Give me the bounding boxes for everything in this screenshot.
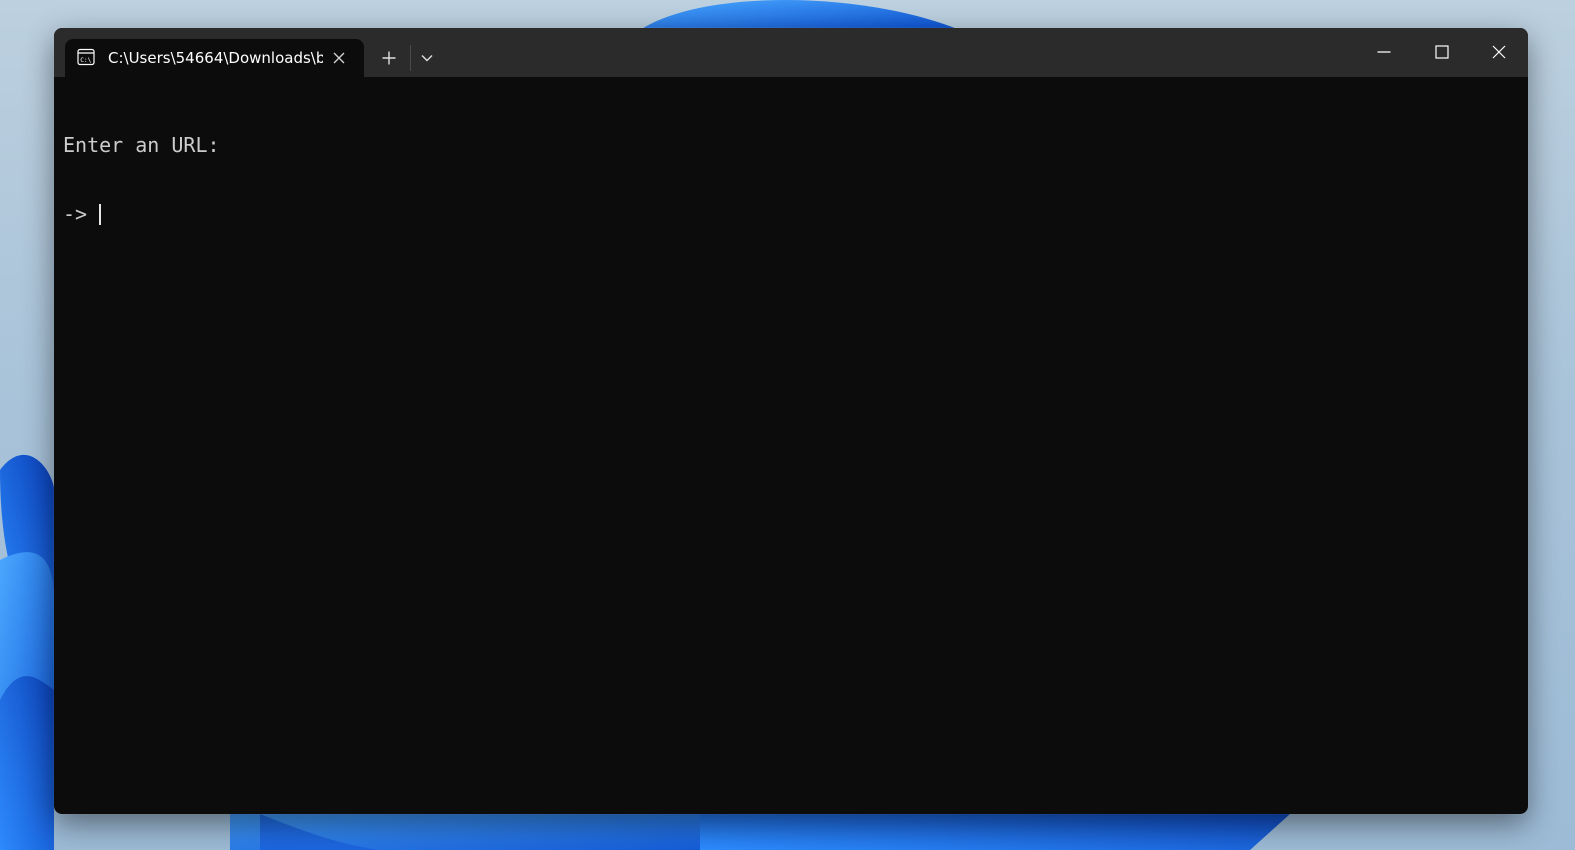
console-prompt: -> — [63, 202, 100, 226]
console-prompt-line[interactable]: -> — [63, 203, 1513, 226]
close-icon — [1492, 45, 1506, 59]
title-bar[interactable]: C:\ C:\Users\54664\Downloads\b — [54, 28, 1528, 77]
tab-title: C:\Users\54664\Downloads\b — [108, 49, 323, 67]
minimize-icon — [1377, 51, 1391, 53]
chevron-down-icon — [421, 55, 433, 62]
desktop: C:\ C:\Users\54664\Downloads\b Enter an … — [0, 0, 1575, 850]
close-icon — [333, 52, 345, 64]
tab-terminal[interactable]: C:\ C:\Users\54664\Downloads\b — [65, 39, 364, 77]
tab-separator — [410, 45, 411, 71]
plus-icon — [382, 51, 396, 65]
minimize-button[interactable] — [1361, 36, 1407, 68]
new-tab-button[interactable] — [376, 45, 402, 71]
console-line: Enter an URL: — [63, 133, 220, 157]
cmd-terminal-icon: C:\ — [77, 48, 95, 66]
svg-text:C:\: C:\ — [80, 57, 91, 64]
console-output[interactable]: Enter an URL: -> — [63, 88, 1513, 798]
close-window-button[interactable] — [1476, 36, 1522, 68]
text-cursor — [99, 204, 102, 225]
profiles-dropdown-button[interactable] — [414, 45, 440, 71]
maximize-button[interactable] — [1419, 36, 1465, 68]
maximize-icon — [1435, 45, 1449, 59]
terminal-window: C:\ C:\Users\54664\Downloads\b Enter an … — [54, 28, 1528, 814]
close-tab-button[interactable] — [329, 48, 349, 68]
